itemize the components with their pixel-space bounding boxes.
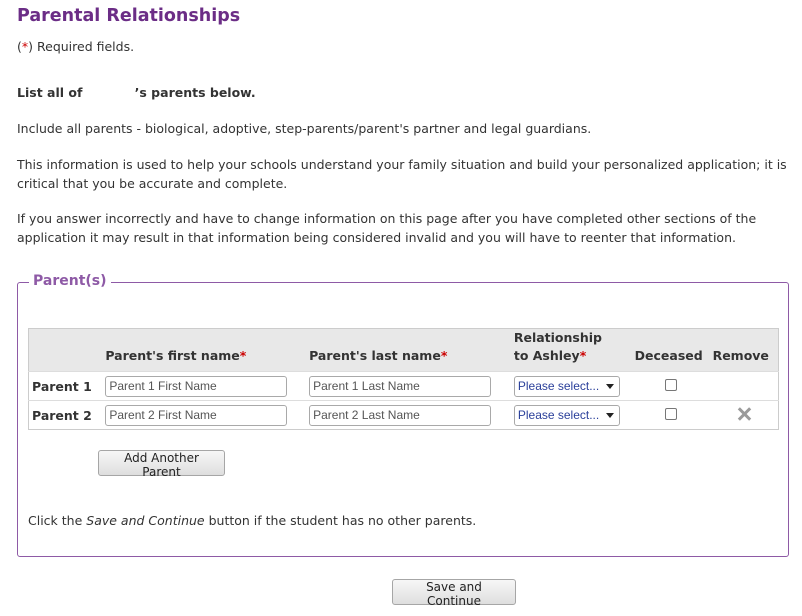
- hint-emphasis: Save and Continue: [86, 513, 205, 528]
- add-another-parent-button[interactable]: Add Another Parent: [98, 450, 225, 479]
- parents-legend: Parent(s): [29, 273, 111, 289]
- parent-2-last-name-input[interactable]: [309, 404, 492, 426]
- heading-prefix: List all of: [17, 85, 83, 100]
- required-star: *: [239, 348, 247, 363]
- header-relationship: Relationship to Ashley*: [513, 330, 602, 363]
- header-deceased: Deceased: [634, 348, 703, 363]
- chevron-down-icon: [605, 383, 614, 389]
- required-star: *: [440, 348, 448, 363]
- parent-1-last-name-input[interactable]: [309, 375, 492, 397]
- required-star: *: [21, 39, 29, 54]
- list-parents-heading: List all of ’s parents below.: [17, 85, 256, 100]
- parent-2-deceased-checkbox[interactable]: [664, 407, 677, 420]
- intro-paragraph-1: Include all parents - biological, adopti…: [17, 121, 592, 136]
- header-last-name: Parent's last name*: [309, 348, 448, 363]
- required-fields-note: (*) Required fields.: [17, 39, 135, 54]
- no-other-parents-hint: Click the Save and Continue button if th…: [28, 513, 477, 528]
- header-label-col: [29, 329, 106, 372]
- parent-1-deceased-checkbox[interactable]: [664, 378, 677, 391]
- required-star: *: [579, 348, 587, 363]
- chevron-down-icon: [605, 412, 614, 418]
- header-first-name: Parent's first name*: [105, 348, 247, 363]
- parent-1-relationship-select[interactable]: Please select...: [513, 375, 620, 397]
- row-label: Parent 1: [32, 378, 92, 394]
- parent-1-first-name-input[interactable]: [105, 375, 288, 397]
- intro-paragraph-3: If you answer incorrectly and have to ch…: [17, 211, 757, 245]
- table-row: Parent 1 Please select...: [28, 371, 779, 401]
- parent-2-relationship-select[interactable]: Please select...: [513, 404, 620, 426]
- row-label: Parent 2: [32, 407, 92, 423]
- close-icon[interactable]: [737, 407, 751, 421]
- intro-paragraph-2: This information is used to help your sc…: [17, 157, 787, 191]
- page-title: Parental Relationships: [17, 6, 241, 26]
- header-remove: Remove: [712, 348, 769, 363]
- parents-table: Parent's first name* Parent's last name*…: [28, 328, 779, 430]
- select-value: Please select...: [517, 408, 600, 422]
- parent-2-first-name-input[interactable]: [105, 404, 288, 426]
- heading-suffix: ’s parents below.: [134, 85, 256, 100]
- save-and-continue-button[interactable]: Save and Continue: [392, 579, 516, 608]
- table-header-row: Parent's first name* Parent's last name*…: [28, 328, 779, 372]
- select-value: Please select...: [517, 379, 600, 393]
- required-note-text: Required fields.: [37, 39, 135, 54]
- table-row: Parent 2 Please select...: [28, 400, 779, 430]
